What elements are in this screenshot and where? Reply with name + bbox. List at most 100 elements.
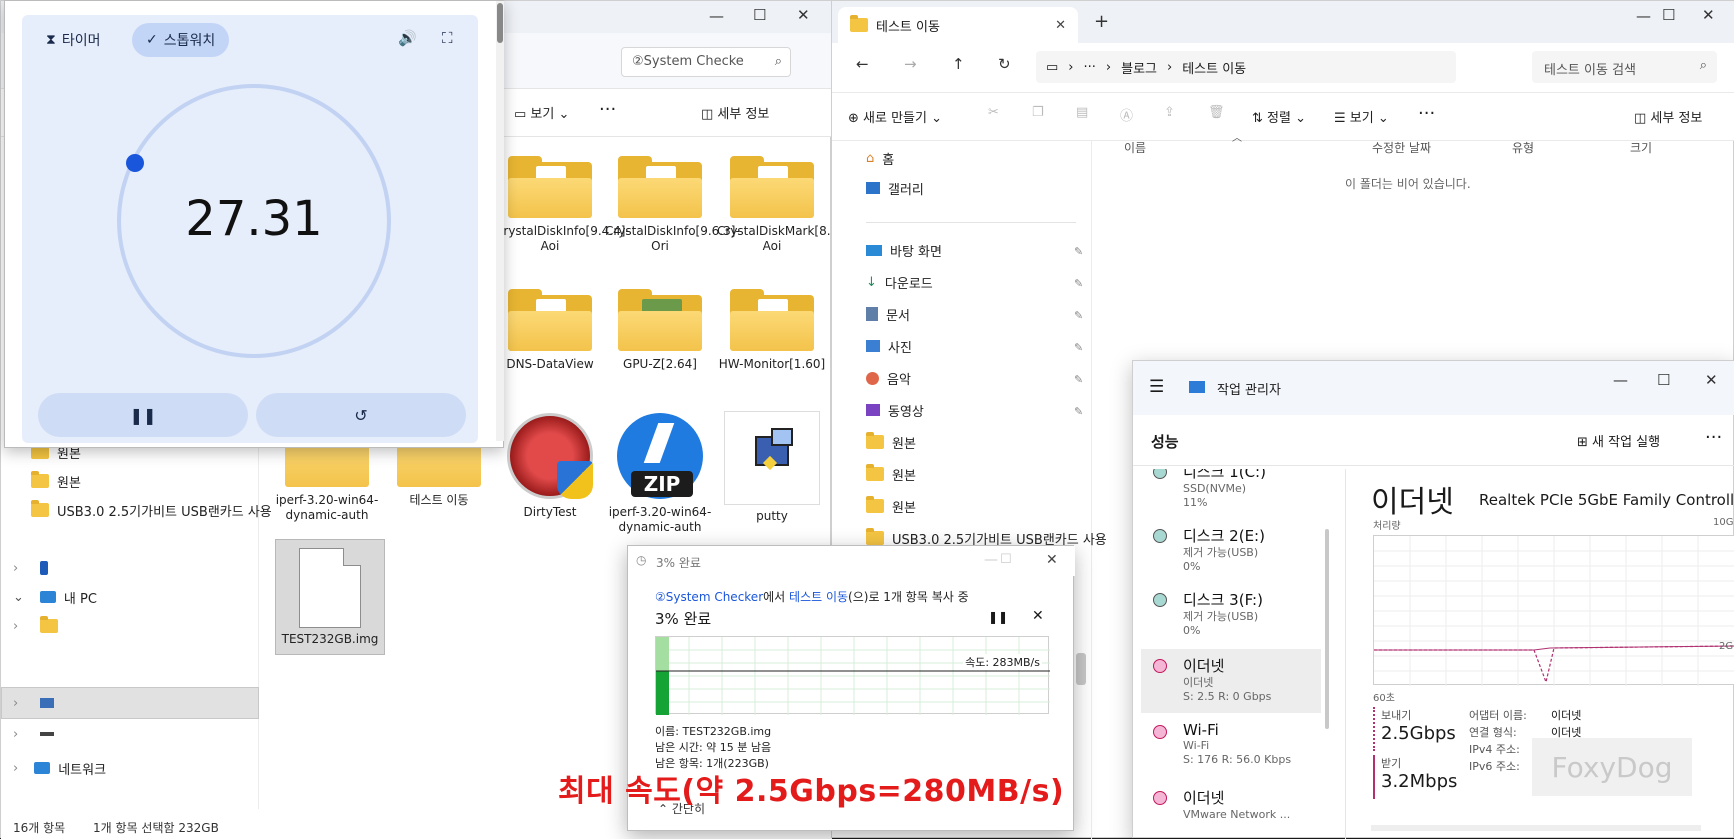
fullscreen-icon[interactable]: ⛶ [442, 29, 453, 47]
tab-stopwatch[interactable]: ✓ 스톱워치 [132, 23, 230, 57]
close-icon[interactable]: ✕ [1705, 371, 1718, 389]
nav-item-videos[interactable]: 동영상 [866, 397, 924, 423]
maximize-icon[interactable]: ☐ [1662, 6, 1675, 24]
nav-item-original-2[interactable]: 원본 [866, 461, 916, 487]
nav-item-my-pc[interactable]: ⌄ 내 PC [13, 584, 97, 610]
pin-icon[interactable]: ✎ [1074, 341, 1083, 354]
file-item[interactable]: DNS-DataView [495, 289, 605, 372]
rename-icon[interactable]: Ⓐ [1120, 105, 1133, 124]
breadcrumb[interactable]: ▭ › ··· › 블로그 › 테스트 이동 [1036, 51, 1456, 83]
new-tab-icon[interactable]: + [1094, 11, 1109, 32]
file-item[interactable]: HW-Monitor[1.60] [717, 289, 827, 372]
minimize-icon[interactable]: — [709, 7, 724, 25]
tab-timer[interactable]: ⧗ 타이머 [32, 23, 114, 57]
run-new-task-button[interactable]: ⊞ 새 작업 실행 [1577, 431, 1660, 450]
pin-icon[interactable]: ✎ [1074, 373, 1083, 386]
sort-button[interactable]: ⇅ 정렬 ⌄ [1252, 107, 1306, 126]
perf-item-disk2[interactable]: 디스크 2(E:) 제거 가능(USB) 0% [1141, 519, 1321, 583]
nav-item-network[interactable]: › 네트워크 [13, 755, 106, 781]
scrollbar-thumb[interactable] [497, 3, 503, 43]
copy-icon[interactable]: ❐ [1032, 105, 1044, 120]
reset-button[interactable]: ↺ [256, 393, 466, 437]
column-name[interactable]: 이름 [1124, 139, 1146, 156]
column-type[interactable]: 유형 [1512, 139, 1534, 156]
horizontal-scrollbar[interactable] [1371, 825, 1701, 831]
nav-item-home[interactable]: ⌂ 홈 [866, 145, 894, 171]
nav-item-music[interactable]: 음악 [866, 365, 911, 391]
minimize-icon[interactable]: — [1636, 7, 1651, 25]
paste-icon[interactable]: ▤ [1076, 105, 1088, 120]
delete-icon[interactable]: 🗑 [1208, 105, 1225, 120]
column-modified[interactable]: 수정한 날짜 [1372, 139, 1431, 156]
pin-icon[interactable]: ✎ [1074, 245, 1083, 258]
forward-icon[interactable]: → [904, 55, 917, 73]
nav-item-downloads[interactable]: ↓ 다운로드 [866, 269, 933, 295]
pause-button[interactable]: ❚❚ [38, 393, 248, 437]
details-button[interactable]: ◫ 세부 정보 [701, 103, 769, 122]
nav-item-usb[interactable]: USB3.0 2.5기가비트 USB랜카드 사용 [31, 497, 272, 523]
nav-item-phone[interactable]: › [13, 555, 49, 581]
file-item[interactable]: CrystalDiskInfo[9.4.4]-Aoi [495, 156, 630, 254]
nav-item-gallery[interactable]: 갤러리 [866, 175, 924, 201]
file-item[interactable]: CrystalDiskInfo[9.6.3]-Ori [605, 156, 740, 254]
more-icon[interactable]: ··· [1705, 427, 1722, 448]
pin-icon[interactable]: ✎ [1074, 309, 1083, 322]
minimize-icon[interactable]: — [984, 552, 998, 568]
details-button[interactable]: ◫ 세부 정보 [1634, 107, 1702, 126]
more-button[interactable]: ··· [599, 99, 616, 120]
pause-button[interactable]: ❚❚ [988, 610, 1008, 624]
perf-item-disk1[interactable]: 디스크 1(C:) SSD(NVMe) 11% [1141, 469, 1321, 519]
nav-item-drive-3[interactable]: › [13, 721, 55, 747]
perf-item-wifi[interactable]: Wi-Fi Wi-Fi S: 176 R: 56.0 Kbps [1141, 715, 1321, 779]
close-tab-icon[interactable]: ✕ [1055, 18, 1066, 33]
copy-dest-link[interactable]: 테스트 이동 [789, 590, 848, 604]
nav-item-original-3[interactable]: 원본 [866, 493, 916, 519]
tab-test-move[interactable]: 테스트 이동 ✕ [838, 7, 1078, 43]
nav-item-original-1[interactable]: 원본 [866, 429, 916, 455]
more-button[interactable]: ··· [1418, 103, 1435, 124]
cut-icon[interactable]: ✂ [988, 105, 999, 120]
copy-source-link[interactable]: ②System Checker [655, 590, 763, 604]
back-icon[interactable]: ← [856, 55, 869, 73]
search-input[interactable]: ②System Checke ⌕ [621, 47, 791, 77]
up-icon[interactable]: ↑ [952, 55, 965, 73]
nav-item-pictures[interactable]: 사진 [866, 333, 912, 359]
pin-icon[interactable]: ✎ [1074, 405, 1083, 418]
maximize-icon[interactable]: ☐ [753, 6, 766, 24]
file-item[interactable]: ZIP iperf-3.20-win64-dynamic-auth [605, 411, 715, 535]
refresh-icon[interactable]: ↻ [998, 55, 1011, 73]
maximize-icon[interactable]: ☐ [1657, 371, 1670, 389]
file-item[interactable]: putty [717, 411, 827, 524]
close-icon[interactable]: ✕ [1046, 552, 1058, 568]
pin-icon[interactable]: ✎ [1074, 277, 1083, 290]
scrollbar-thumb[interactable] [1325, 529, 1329, 729]
view-button[interactable]: ☰ 보기 ⌄ [1334, 107, 1389, 126]
breadcrumb-root[interactable]: 블로그 [1121, 58, 1157, 77]
hamburger-icon[interactable]: ☰ [1149, 377, 1164, 397]
nav-item-desktop[interactable]: 바탕 화면 [866, 237, 942, 263]
close-icon[interactable]: ✕ [1702, 6, 1715, 24]
nav-item-drive-1[interactable]: › [13, 613, 59, 639]
perf-item-ethernet-selected[interactable]: 이더넷 이더넷 S: 2.5 R: 0 Gbps [1141, 649, 1321, 713]
file-item[interactable]: CrystalDiskMark[8.0.5]-Aoi [717, 156, 859, 254]
nav-item-documents[interactable]: 문서 [866, 301, 910, 327]
close-icon[interactable]: ✕ [797, 6, 810, 24]
view-button[interactable]: ▭ 보기 ⌄ [514, 103, 569, 122]
sound-icon[interactable]: 🔊 [398, 29, 417, 47]
nav-item-original-2[interactable]: 원본 [31, 468, 81, 494]
nav-item-drive-2[interactable]: › [13, 690, 55, 716]
new-button[interactable]: ⊕ 새로 만들기 ⌄ [848, 107, 942, 126]
search-input[interactable]: 테스트 이동 검색 ⌕ [1532, 51, 1717, 83]
cancel-icon[interactable]: ✕ [1032, 608, 1044, 624]
minimize-icon[interactable]: — [1613, 371, 1628, 389]
breadcrumb-current[interactable]: 테스트 이동 [1182, 58, 1246, 77]
perf-item-ethernet-vmware[interactable]: 이더넷 VMware Network ... [1141, 781, 1321, 839]
perf-item-disk3[interactable]: 디스크 3(F:) 제거 가능(USB) 0% [1141, 583, 1321, 647]
file-item[interactable]: DirtyTest [495, 411, 605, 520]
scrollbar[interactable] [496, 1, 504, 441]
share-icon[interactable]: ⇪ [1164, 105, 1175, 120]
scrollbar-thumb[interactable] [1076, 653, 1086, 685]
maximize-icon[interactable]: ☐ [1000, 552, 1012, 567]
file-item-selected[interactable]: TEST232GB.img [275, 539, 385, 655]
file-item[interactable]: GPU-Z[2.64] [605, 289, 715, 372]
